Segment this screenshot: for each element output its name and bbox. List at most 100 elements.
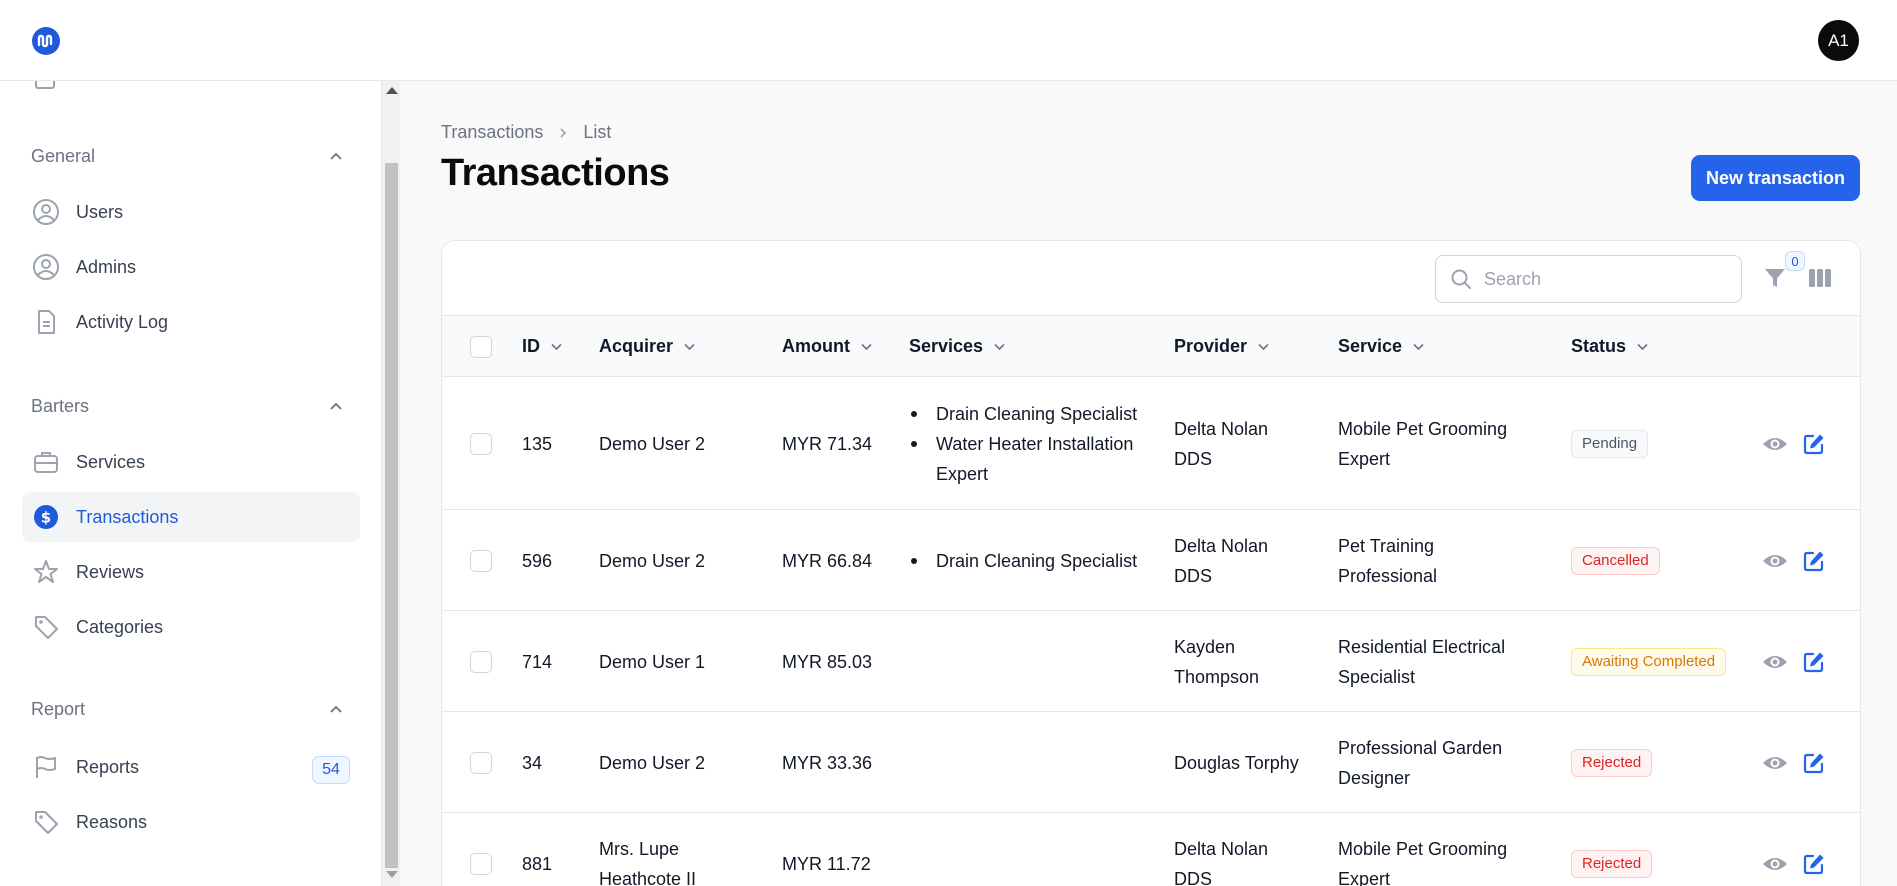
- chevron-down-icon: [861, 343, 872, 351]
- status-badge: Pending: [1571, 429, 1649, 458]
- cell-line: Mobile Pet Grooming: [1338, 838, 1508, 859]
- eye-icon: [1763, 857, 1787, 870]
- cell-line: Delta Nolan: [1174, 418, 1269, 439]
- group-title-general[interactable]: General: [31, 146, 95, 167]
- filter-count-badge: 0: [1785, 251, 1805, 271]
- edit-button[interactable]: [1800, 547, 1828, 575]
- chevron-down-icon: [1413, 343, 1424, 351]
- sidebar-item-admins[interactable]: Admins: [22, 242, 360, 292]
- breadcrumb-item-transactions[interactable]: Transactions: [441, 122, 543, 143]
- view-button[interactable]: [1761, 850, 1789, 878]
- cell-line: Heathcote II: [599, 868, 697, 886]
- table-row[interactable]: 881 Mrs. Lupe Heathcote II MYR 11.72 Delta N…: [442, 813, 1860, 886]
- view-button[interactable]: [1761, 430, 1789, 458]
- sidebar-item-activity-log[interactable]: Activity Log: [22, 297, 360, 347]
- chevron-up-icon[interactable]: [329, 150, 343, 164]
- flag-icon: [32, 753, 60, 781]
- sidebar-item-reviews[interactable]: Reviews: [22, 547, 360, 597]
- scroll-down-arrow-icon[interactable]: [386, 871, 398, 878]
- table-row[interactable]: 135 Demo User 2 MYR 71.34 Drain Cleaning Sp…: [442, 377, 1860, 510]
- user-avatar[interactable]: A1: [1818, 20, 1859, 61]
- chevron-down-icon: [684, 343, 695, 351]
- edit-icon: [1803, 551, 1824, 571]
- cell-line: Mobile Pet Grooming: [1338, 418, 1508, 439]
- new-transaction-button[interactable]: New transaction: [1691, 155, 1860, 201]
- column-header-amount[interactable]: Amount: [782, 316, 873, 377]
- breadcrumb: Transactions List: [441, 122, 611, 143]
- cell-line: Thompson: [1174, 666, 1260, 687]
- sidebar-scrollbar[interactable]: [381, 81, 400, 886]
- app-logo-icon[interactable]: [32, 27, 60, 55]
- view-button[interactable]: [1761, 749, 1789, 777]
- column-header-acquirer[interactable]: Acquirer: [599, 316, 696, 377]
- edit-button[interactable]: [1800, 648, 1828, 676]
- services-list: Drain Cleaning Specialist Water Heater In…: [909, 399, 1137, 489]
- cell-services: Drain Cleaning Specialist: [909, 546, 1137, 576]
- cell-service: Pet Training Professional: [1338, 531, 1437, 591]
- edit-button[interactable]: [1800, 430, 1828, 458]
- cell-service: Professional Garden Designer: [1338, 733, 1502, 793]
- column-header-services[interactable]: Services: [909, 316, 1006, 377]
- status-badge: Awaiting Completed: [1571, 647, 1727, 676]
- chevron-right-icon: [560, 127, 567, 138]
- row-checkbox[interactable]: [470, 852, 492, 875]
- eye-icon: [1763, 554, 1787, 567]
- search-icon: [1451, 269, 1471, 289]
- sidebar-item-transactions[interactable]: $ Transactions: [22, 492, 360, 542]
- column-header-service[interactable]: Service: [1338, 316, 1425, 377]
- sidebar-item-services[interactable]: Services: [22, 437, 360, 487]
- view-button[interactable]: [1761, 547, 1789, 575]
- table-row[interactable]: 714 Demo User 1 MYR 85.03 Kayden Thompson Res…: [442, 611, 1860, 712]
- scroll-up-arrow-icon[interactable]: [386, 87, 398, 94]
- edit-icon: [1803, 652, 1824, 672]
- tag-icon: [32, 808, 60, 836]
- edit-button[interactable]: [1800, 850, 1828, 878]
- briefcase-icon: [32, 448, 60, 476]
- search-field[interactable]: [1435, 255, 1742, 303]
- row-checkbox[interactable]: [470, 432, 492, 455]
- sidebar: General Users Admins Activity Log Barter…: [0, 81, 381, 886]
- cell-amount: MYR 11.72: [782, 853, 871, 874]
- status-badge: Rejected: [1571, 748, 1653, 777]
- sidebar-item-categories[interactable]: Categories: [22, 602, 360, 652]
- row-checkbox[interactable]: [470, 751, 492, 774]
- cell-provider: Douglas Torphy: [1174, 748, 1299, 778]
- select-all-checkbox[interactable]: [470, 336, 492, 358]
- edit-icon: [1803, 854, 1824, 874]
- top-bar: A1: [0, 0, 1897, 81]
- star-icon: [32, 558, 60, 586]
- column-header-id[interactable]: ID: [522, 316, 563, 377]
- cell-line: Kayden: [1174, 636, 1236, 657]
- toggle-columns-button[interactable]: [1805, 263, 1835, 293]
- cell-line: Demo User 2: [599, 752, 706, 773]
- table-row[interactable]: 34 Demo User 2 MYR 33.36 Douglas Torphy Prof…: [442, 712, 1860, 813]
- sidebar-item-label: Services: [76, 451, 146, 472]
- sidebar-item-reports[interactable]: Reports 54: [22, 742, 360, 792]
- sidebar-item-reasons[interactable]: Reasons: [22, 797, 360, 847]
- cell-line: Demo User 2: [599, 433, 706, 454]
- row-checkbox[interactable]: [470, 650, 492, 673]
- column-header-status[interactable]: Status: [1571, 316, 1649, 377]
- column-header-provider[interactable]: Provider: [1174, 316, 1270, 377]
- view-button[interactable]: [1761, 648, 1789, 676]
- truncated-nav-icon: [35, 81, 55, 89]
- sidebar-item-users[interactable]: Users: [22, 187, 360, 237]
- sidebar-item-label: Admins: [76, 256, 137, 277]
- cell-line: Douglas Torphy: [1174, 752, 1299, 773]
- cell-line: Residential Electrical: [1338, 636, 1506, 657]
- user-circle-icon: [32, 198, 60, 226]
- row-checkbox[interactable]: [470, 549, 492, 572]
- cell-line: Expert: [1338, 868, 1391, 886]
- sidebar-item-label: Activity Log: [76, 311, 169, 332]
- group-title-report[interactable]: Report: [31, 699, 85, 720]
- table-row[interactable]: 596 Demo User 2 MYR 66.84 Drain Cleaning Sp…: [442, 510, 1860, 611]
- sidebar-item-label: Reports: [76, 756, 140, 777]
- chevron-up-icon[interactable]: [329, 703, 343, 717]
- group-title-barters[interactable]: Barters: [31, 396, 89, 417]
- scroll-thumb[interactable]: [385, 163, 398, 868]
- cell-acquirer: Demo User 2: [599, 748, 705, 778]
- cell-provider: Kayden Thompson: [1174, 632, 1259, 692]
- search-input[interactable]: [1484, 268, 1724, 290]
- edit-button[interactable]: [1800, 749, 1828, 777]
- chevron-up-icon[interactable]: [329, 400, 343, 414]
